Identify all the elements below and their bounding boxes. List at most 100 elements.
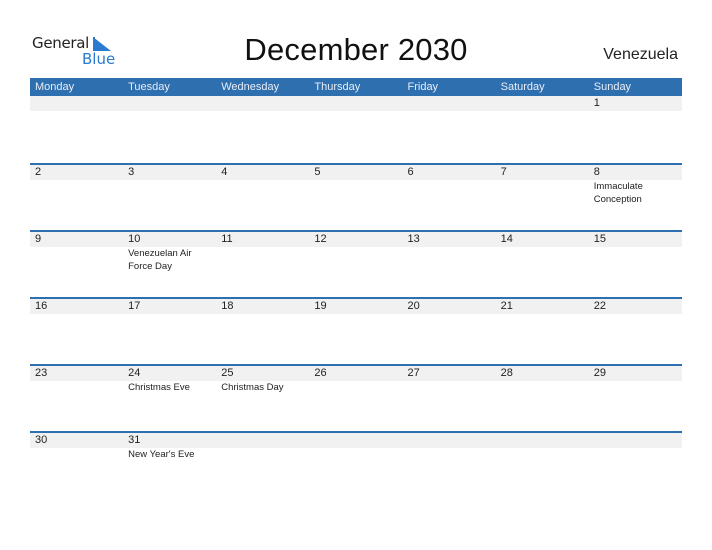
- day-number: 23: [35, 367, 48, 379]
- day-number: 3: [128, 166, 135, 178]
- day-cell: 28: [496, 366, 589, 431]
- holiday-label: Venezuelan Air Force Day: [128, 248, 192, 272]
- day-cell: 7: [496, 165, 589, 230]
- day-cell: [123, 96, 216, 163]
- holiday-label: New Year's Eve: [128, 449, 195, 460]
- day-cell: [589, 433, 682, 498]
- day-cell: 22: [589, 299, 682, 364]
- day-cell: 10 Venezuelan Air Force Day: [123, 232, 216, 297]
- day-number: 16: [35, 300, 48, 312]
- day-cell: 27: [403, 366, 496, 431]
- weekday-header-tuesday: Tuesday: [128, 81, 170, 93]
- day-number: 14: [500, 233, 513, 245]
- weekday-header: Monday Tuesday Wednesday Thursday Friday Satu…: [30, 78, 682, 96]
- country-label: Venezuela: [603, 46, 678, 63]
- day-cell: 2: [30, 165, 123, 230]
- day-cell: 23: [30, 366, 123, 431]
- day-number: [408, 96, 496, 111]
- calendar-weeks: 1 2 3 4 5 6 7 8 Immaculate Conception 9 10 Venezuel…: [30, 96, 682, 498]
- day-number: 24: [128, 367, 141, 379]
- day-number: 25: [221, 367, 234, 379]
- day-cell: 18: [216, 299, 309, 364]
- week-row: 9 10 Venezuelan Air Force Day 11 12 13 14 15: [30, 230, 682, 297]
- day-cell: [30, 96, 123, 163]
- week-row: 30 31 New Year's Eve: [30, 431, 682, 498]
- day-cell: 30: [30, 433, 123, 498]
- day-cell: [216, 96, 309, 163]
- week-row: 16 17 18 19 20 21 22: [30, 297, 682, 364]
- day-cell: 5: [309, 165, 402, 230]
- day-cell: 6: [403, 165, 496, 230]
- day-number: 4: [221, 166, 228, 178]
- day-cell: [496, 96, 589, 163]
- day-number: [501, 96, 589, 111]
- day-cell: 9: [30, 232, 123, 297]
- week-row: 23 24 Christmas Eve 25 Christmas Day 26 27 28 29: [30, 364, 682, 431]
- day-cell: 14: [496, 232, 589, 297]
- day-cell: [216, 433, 309, 498]
- day-cell: 15: [589, 232, 682, 297]
- day-cell: [309, 433, 402, 498]
- day-number: 13: [407, 233, 420, 245]
- day-cell: 1: [589, 96, 682, 163]
- day-number: 12: [314, 233, 327, 245]
- day-number: 26: [314, 367, 327, 379]
- day-number: 6: [407, 166, 414, 178]
- week-row: 1: [30, 96, 682, 163]
- day-cell: 16: [30, 299, 123, 364]
- calendar-grid: Monday Tuesday Wednesday Thursday Friday Satu…: [30, 78, 682, 498]
- day-number: 8: [593, 166, 600, 178]
- day-number: 19: [314, 300, 327, 312]
- day-number: [314, 96, 402, 111]
- day-number: 11: [221, 233, 233, 245]
- day-number: [408, 433, 496, 448]
- day-cell: 25 Christmas Day: [216, 366, 309, 431]
- day-number: [128, 96, 216, 111]
- day-number: 10: [128, 233, 141, 245]
- day-cell: 21: [496, 299, 589, 364]
- day-number: 7: [500, 166, 507, 178]
- day-cell: [403, 433, 496, 498]
- day-cell: 12: [309, 232, 402, 297]
- day-cell: 8 Immaculate Conception: [589, 165, 682, 230]
- day-cell: 19: [309, 299, 402, 364]
- day-number: [314, 433, 402, 448]
- day-cell: 31 New Year's Eve: [123, 433, 216, 498]
- day-number: 18: [221, 300, 234, 312]
- day-number: [221, 433, 309, 448]
- day-cell: 4: [216, 165, 309, 230]
- day-number: 2: [35, 166, 42, 178]
- day-cell: 24 Christmas Eve: [123, 366, 216, 431]
- day-number: [221, 96, 309, 111]
- holiday-label: Christmas Day: [221, 382, 284, 393]
- weekday-header-friday: Friday: [407, 81, 439, 93]
- day-number: 30: [35, 434, 48, 446]
- holiday-label: Christmas Eve: [128, 382, 190, 393]
- day-cell: [309, 96, 402, 163]
- day-number: 17: [128, 300, 141, 312]
- week-row: 2 3 4 5 6 7 8 Immaculate Conception: [30, 163, 682, 230]
- weekday-header-monday: Monday: [35, 81, 75, 93]
- day-number: [501, 433, 589, 448]
- day-number: 27: [407, 367, 420, 379]
- day-number: 22: [593, 300, 606, 312]
- weekday-header-thursday: Thursday: [314, 81, 361, 93]
- day-cell: 13: [403, 232, 496, 297]
- day-cell: [496, 433, 589, 498]
- day-cell: 11: [216, 232, 309, 297]
- day-cell: 26: [309, 366, 402, 431]
- day-number: 31: [128, 434, 141, 446]
- weekday-header-sunday: Sunday: [593, 81, 632, 93]
- weekday-header-wednesday: Wednesday: [221, 81, 280, 93]
- day-number: 29: [593, 367, 606, 379]
- day-number: 5: [314, 166, 321, 178]
- day-cell: 3: [123, 165, 216, 230]
- day-number: 20: [407, 300, 420, 312]
- day-number: 28: [500, 367, 513, 379]
- holiday-label: Immaculate Conception: [593, 181, 643, 205]
- day-cell: 17: [123, 299, 216, 364]
- day-number: 15: [593, 233, 606, 245]
- day-number: 9: [35, 233, 42, 245]
- day-number: [35, 96, 123, 111]
- day-number: [594, 433, 682, 448]
